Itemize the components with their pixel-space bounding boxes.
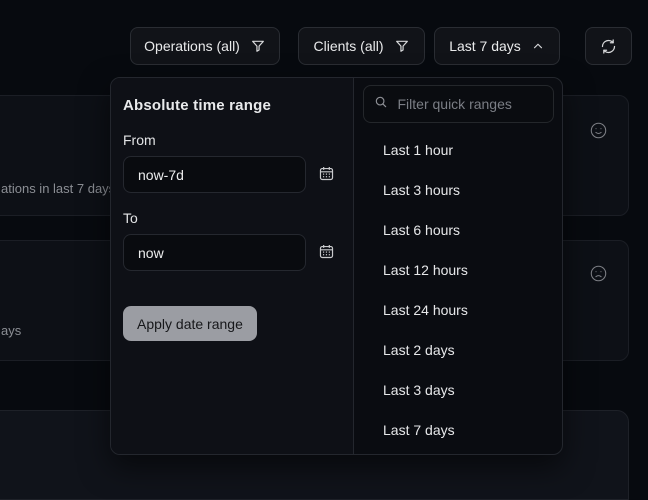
to-calendar-button[interactable] bbox=[318, 243, 335, 263]
calendar-icon bbox=[318, 165, 335, 185]
clients-filter-button[interactable]: Clients (all) bbox=[298, 27, 425, 65]
card-subtitle: ations in last 7 days bbox=[1, 182, 115, 196]
operations-filter-button[interactable]: Operations (all) bbox=[130, 27, 280, 65]
refresh-icon bbox=[600, 38, 617, 55]
filter-funnel-icon bbox=[250, 38, 266, 54]
quick-range-item[interactable]: Last 7 days bbox=[354, 410, 562, 450]
card-subtitle: ays bbox=[1, 324, 21, 338]
quick-range-item[interactable]: Last 3 hours bbox=[354, 170, 562, 210]
time-range-picker-panel: Absolute time range From To bbox=[110, 77, 563, 455]
sad-face-icon bbox=[589, 264, 608, 283]
time-range-label: Last 7 days bbox=[449, 38, 521, 54]
refresh-button[interactable] bbox=[585, 27, 632, 65]
quick-ranges-list: Last 1 hourLast 3 hoursLast 6 hoursLast … bbox=[354, 130, 562, 450]
apply-date-range-button[interactable]: Apply date range bbox=[123, 306, 257, 341]
search-icon bbox=[374, 95, 388, 114]
to-input[interactable] bbox=[123, 234, 306, 271]
from-label: From bbox=[123, 132, 341, 148]
absolute-time-range-section: Absolute time range From To bbox=[111, 78, 354, 454]
operations-filter-label: Operations (all) bbox=[144, 38, 240, 54]
quick-ranges-search bbox=[363, 85, 554, 123]
chevron-up-icon bbox=[531, 39, 545, 53]
calendar-icon bbox=[318, 243, 335, 263]
quick-ranges-filter-input[interactable] bbox=[396, 95, 543, 113]
quick-range-item[interactable]: Last 6 hours bbox=[354, 210, 562, 250]
quick-range-item[interactable]: Last 12 hours bbox=[354, 250, 562, 290]
quick-range-item[interactable]: Last 1 hour bbox=[354, 130, 562, 170]
to-label: To bbox=[123, 210, 341, 226]
from-input[interactable] bbox=[123, 156, 306, 193]
quick-ranges-section: Last 1 hourLast 3 hoursLast 6 hoursLast … bbox=[354, 78, 562, 454]
from-calendar-button[interactable] bbox=[318, 165, 335, 185]
quick-range-item[interactable]: Last 3 days bbox=[354, 370, 562, 410]
quick-range-item[interactable]: Last 24 hours bbox=[354, 290, 562, 330]
time-range-dropdown-button[interactable]: Last 7 days bbox=[434, 27, 560, 65]
clients-filter-label: Clients (all) bbox=[313, 38, 383, 54]
absolute-time-range-title: Absolute time range bbox=[123, 97, 341, 114]
filter-funnel-icon bbox=[394, 38, 410, 54]
happy-face-icon bbox=[589, 121, 608, 140]
quick-range-item[interactable]: Last 2 days bbox=[354, 330, 562, 370]
